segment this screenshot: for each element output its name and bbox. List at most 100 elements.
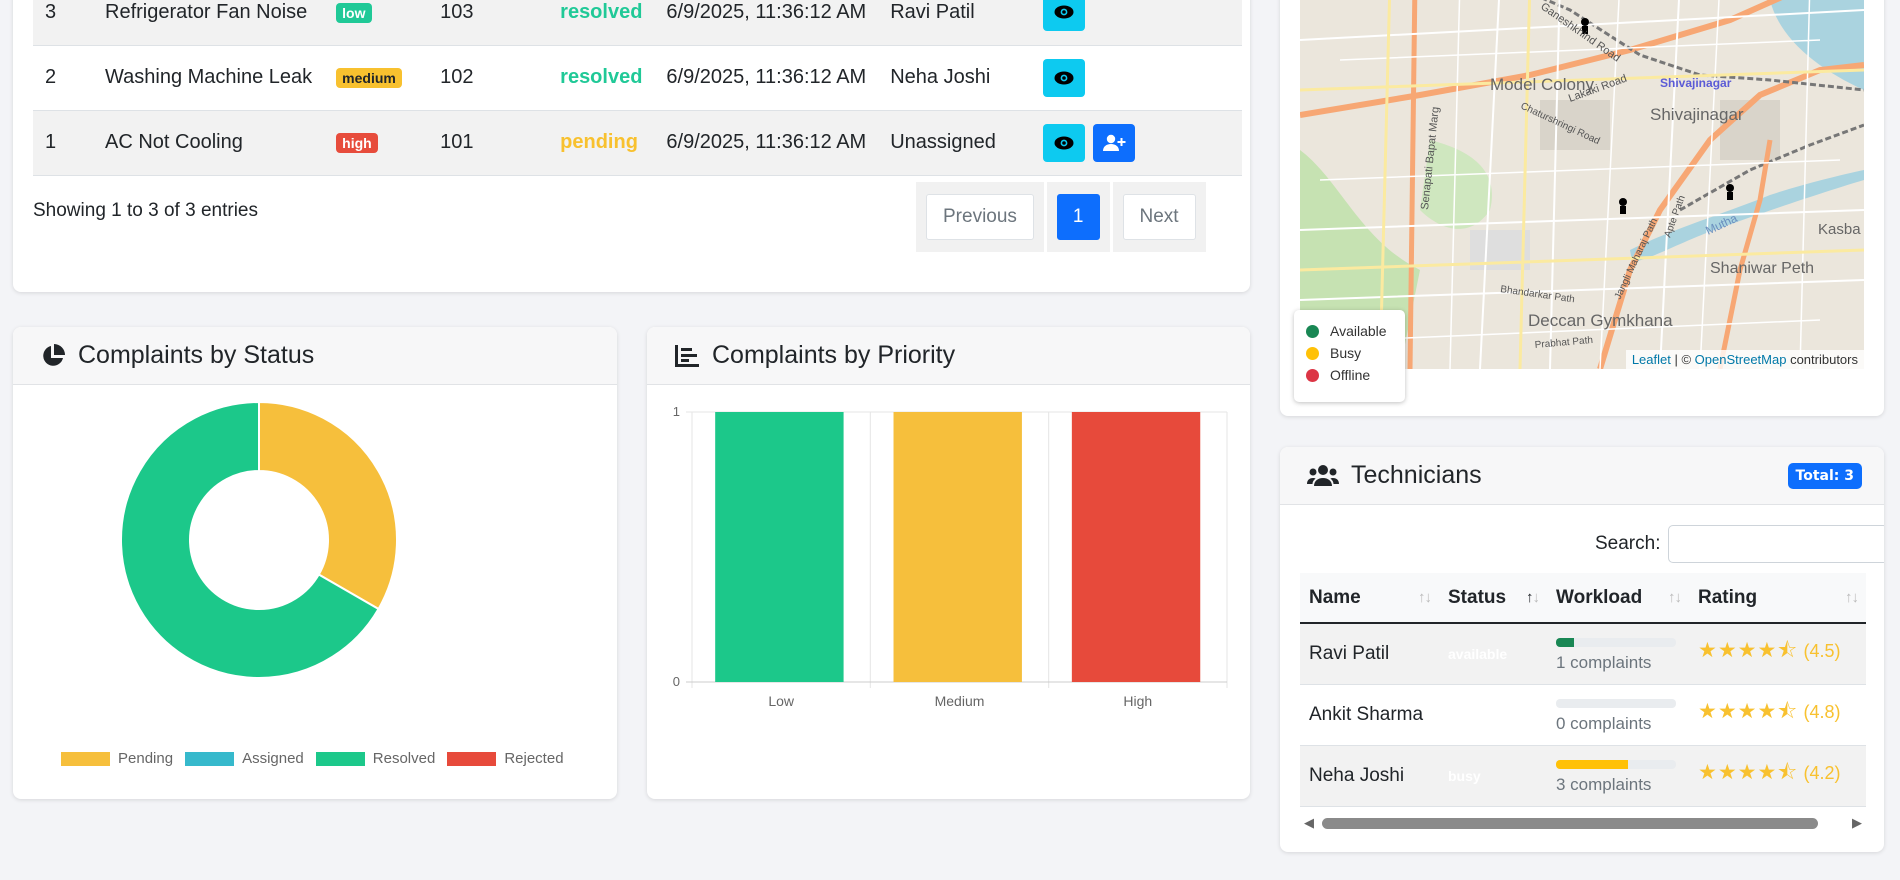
rating-stars-icon: ★★★★⯪ bbox=[1698, 639, 1799, 663]
map-label: Shivajinagar bbox=[1660, 76, 1732, 90]
column-label: Name bbox=[1309, 586, 1361, 608]
workload-text: 3 complaints bbox=[1556, 775, 1652, 794]
technicians-table: Name ↑↓ Status ↑↓ Workload ↑↓ Rating ↑↓ Ravi… bbox=[1300, 573, 1866, 807]
complaint-id: 2 bbox=[33, 45, 93, 111]
attribution-separator: | © bbox=[1670, 352, 1695, 367]
status-badge: busy bbox=[1448, 767, 1481, 784]
complaint-id: 3 bbox=[33, 0, 93, 46]
search-label: Search: bbox=[1595, 533, 1661, 554]
table-row: 1 AC Not Cooling high 101 pending 6/9/20… bbox=[33, 110, 1242, 176]
status-text: resolved bbox=[560, 0, 643, 23]
y-tick-label: 0 bbox=[673, 674, 680, 689]
donut-slice-pending[interactable] bbox=[258, 400, 398, 611]
total-badge: Total: 3 bbox=[1787, 462, 1862, 489]
technicians-header: Technicians Total: 3 bbox=[1280, 447, 1884, 505]
scroll-right-icon[interactable]: ▶ bbox=[1852, 815, 1862, 831]
technician-name: Neha Joshi bbox=[1300, 745, 1439, 807]
workload-bar bbox=[1556, 760, 1676, 769]
users-icon bbox=[1307, 464, 1339, 486]
table-row: 3 Refrigerator Fan Noise low 103 resolve… bbox=[33, 0, 1242, 46]
priority-chart-header: Complaints by Priority bbox=[647, 327, 1250, 385]
legend-item-pending[interactable]: Pending bbox=[61, 750, 173, 767]
legend-swatch bbox=[185, 751, 235, 766]
status-text: resolved bbox=[560, 66, 643, 88]
technician-name: Ankit Sharma bbox=[1300, 684, 1439, 746]
page-1-button[interactable]: 1 bbox=[1056, 194, 1100, 240]
legend-offline: Offline bbox=[1306, 364, 1393, 386]
horizontal-scrollbar[interactable]: ◀ ▶ bbox=[1300, 813, 1866, 833]
customer-id: 103 bbox=[428, 0, 549, 46]
legend-busy: Busy bbox=[1306, 342, 1393, 364]
legend-label: Resolved bbox=[372, 750, 436, 767]
table-row: Ravi Patil available 1 complaints ★★★★⯪ (4.… bbox=[1300, 623, 1866, 685]
table-row: Neha Joshi busy 3 complaints ★★★★⯪ (4.2) bbox=[1300, 745, 1866, 807]
legend-label: Offline bbox=[1330, 367, 1371, 383]
legend-label: Pending bbox=[118, 750, 174, 767]
complaint-id: 1 bbox=[33, 110, 93, 176]
complaints-card: 3 Refrigerator Fan Noise low 103 resolve… bbox=[13, 0, 1250, 292]
priority-badge: high bbox=[336, 133, 378, 153]
sort-ascending-icon: ↑↓ bbox=[1526, 589, 1540, 606]
complaint-date: 6/9/2025, 11:36:12 AM bbox=[654, 110, 879, 176]
column-label: Workload bbox=[1556, 586, 1643, 608]
complaint-title: Refrigerator Fan Noise bbox=[93, 0, 325, 46]
map-label: Shivajinagar bbox=[1650, 105, 1744, 124]
search-input[interactable] bbox=[1668, 525, 1884, 563]
busy-dot bbox=[1306, 346, 1319, 360]
assigned-technician: Unassigned bbox=[878, 110, 1032, 176]
view-button[interactable] bbox=[1043, 58, 1086, 97]
column-name[interactable]: Name ↑↓ bbox=[1300, 573, 1439, 624]
priority-chart-title: Complaints by Priority bbox=[712, 341, 956, 369]
status-badge: available bbox=[1448, 645, 1508, 662]
view-button[interactable] bbox=[1043, 123, 1086, 162]
scrollbar-thumb[interactable] bbox=[1322, 817, 1818, 829]
legend-swatch bbox=[61, 751, 110, 766]
legend-item-assigned[interactable]: Assigned bbox=[185, 750, 304, 767]
eye-icon bbox=[1054, 136, 1074, 149]
user-plus-icon bbox=[1103, 134, 1126, 151]
previous-button[interactable]: Previous bbox=[926, 194, 1034, 240]
scroll-left-icon[interactable]: ◀ bbox=[1304, 815, 1314, 831]
view-button[interactable] bbox=[1043, 0, 1086, 32]
legend-swatch bbox=[315, 751, 365, 766]
bar-low bbox=[715, 412, 844, 682]
priority-chart-card: Complaints by Priority 0 1 Low Medium High bbox=[647, 327, 1250, 799]
column-status[interactable]: Status ↑↓ bbox=[1439, 573, 1547, 624]
leaflet-link[interactable]: Leaflet bbox=[1632, 352, 1671, 367]
status-chart-card: Complaints by Status Pending Assigned Reso… bbox=[13, 327, 617, 799]
complaint-date: 6/9/2025, 11:36:12 AM bbox=[654, 45, 879, 111]
column-rating[interactable]: Rating ↑↓ bbox=[1689, 573, 1866, 624]
map-label: Kasba bbox=[1818, 221, 1861, 238]
eye-icon bbox=[1054, 71, 1074, 84]
workload-text: 1 complaints bbox=[1556, 653, 1652, 673]
status-text: pending bbox=[560, 131, 638, 153]
technician-map-card: Model Colony Shivajinagar Shivajinagar D… bbox=[1280, 0, 1884, 416]
table-row: 2 Washing Machine Leak medium 102 resolv… bbox=[33, 45, 1242, 111]
map-attribution: Leaflet | © OpenStreetMap contributors bbox=[1625, 350, 1864, 369]
column-label: Status bbox=[1448, 586, 1507, 608]
rating-value: (4.8) bbox=[1803, 702, 1841, 722]
sort-icon: ↑↓ bbox=[1418, 589, 1432, 606]
attribution-text: contributors bbox=[1786, 352, 1858, 367]
workload-bar bbox=[1556, 699, 1676, 708]
complaint-title: AC Not Cooling bbox=[93, 110, 325, 176]
complaints-table: 3 Refrigerator Fan Noise low 103 resolve… bbox=[33, 0, 1242, 176]
eye-icon bbox=[1054, 5, 1074, 19]
status-donut-chart bbox=[120, 400, 398, 679]
bar-high bbox=[1071, 412, 1201, 682]
technician-marker bbox=[1726, 184, 1734, 200]
legend-item-rejected[interactable]: Rejected bbox=[447, 750, 564, 767]
column-workload[interactable]: Workload ↑↓ bbox=[1547, 573, 1689, 624]
assign-technician-button[interactable] bbox=[1093, 123, 1136, 162]
pie-chart-icon bbox=[43, 343, 65, 366]
bar-medium bbox=[893, 412, 1022, 682]
next-button[interactable]: Next bbox=[1122, 194, 1196, 240]
legend-label: Assigned bbox=[242, 750, 304, 767]
bar-chart-icon bbox=[675, 344, 699, 367]
workload-bar bbox=[1556, 638, 1676, 648]
table-row: Ankit Sharma 0 complaints ★★★★⯪ (4.8) bbox=[1300, 684, 1866, 746]
legend-item-resolved[interactable]: Resolved bbox=[315, 750, 436, 767]
legend-label: Busy bbox=[1330, 345, 1362, 361]
pagination: Previous 1 Next bbox=[916, 182, 1206, 252]
openstreetmap-link[interactable]: OpenStreetMap bbox=[1695, 352, 1787, 367]
